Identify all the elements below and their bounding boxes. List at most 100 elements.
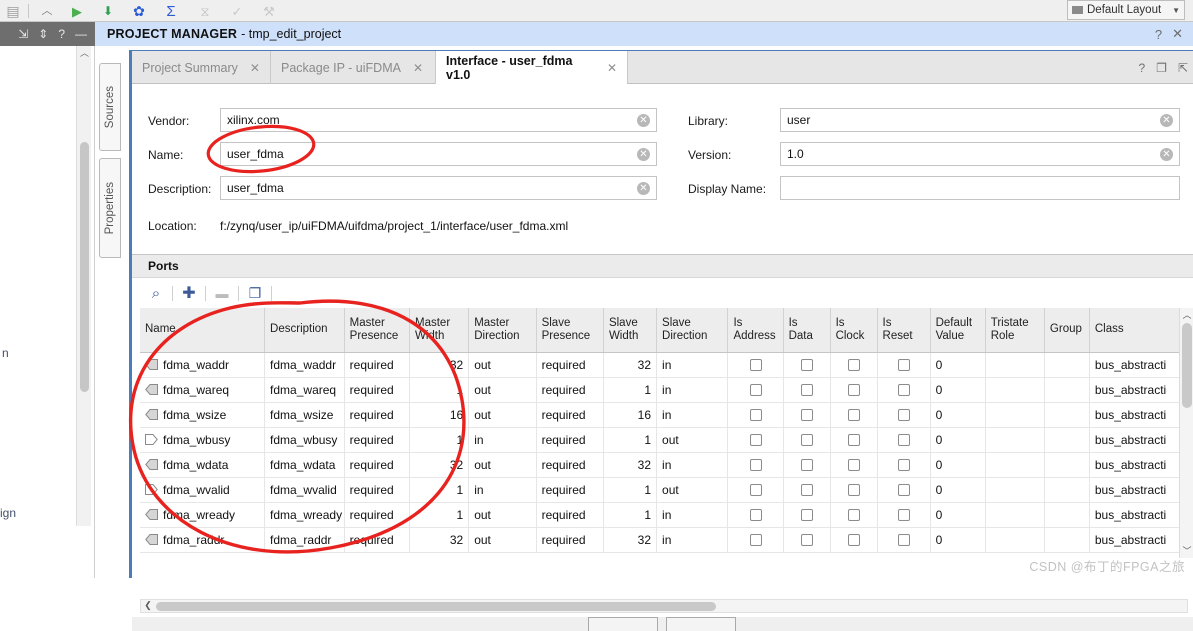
scroll-left-icon[interactable]: ❮ [141,600,155,613]
cell-is-clock[interactable] [830,377,878,403]
cell-is-reset[interactable] [877,527,931,553]
cell-master-direction[interactable]: out [468,452,537,478]
cell-class[interactable]: bus_abstracti [1089,502,1188,528]
cell-is-reset[interactable] [877,502,931,528]
cell-description[interactable]: fdma_raddr [264,527,345,553]
cell-master-width[interactable]: 16 [409,402,470,428]
cell-is-address[interactable] [727,452,784,478]
cell-port-name[interactable]: fdma_wready [140,502,266,528]
cell-is-address[interactable] [727,427,784,453]
ports-table-container[interactable]: Name Description Master Presence Master Wid… [140,308,1188,558]
cell-is-reset[interactable] [877,452,931,478]
cell-description[interactable]: fdma_wsize [264,402,345,428]
cell-class[interactable]: bus_abstracti [1089,427,1188,453]
cell-slave-direction[interactable]: in [656,452,729,478]
scroll-up-icon[interactable]: ︿ [77,46,92,61]
float-icon[interactable]: ⇱ [1178,61,1188,75]
checkbox[interactable] [749,408,762,421]
checkbox[interactable] [897,433,910,446]
column-header-class[interactable]: Class [1089,308,1188,353]
cell-is-reset[interactable] [877,477,931,503]
cell-default-value[interactable]: 0 [930,427,986,453]
cell-tristate-role[interactable] [985,402,1045,428]
cell-port-name[interactable]: fdma_wbusy [140,427,266,453]
ok-button[interactable] [588,617,658,631]
cell-slave-direction[interactable]: in [656,402,729,428]
cell-description[interactable]: fdma_wready [264,502,345,528]
column-header-master-presence[interactable]: Master Presence [344,308,411,353]
cell-is-data[interactable] [783,477,831,503]
cell-slave-width[interactable]: 32 [603,527,658,553]
checkbox[interactable] [847,383,860,396]
clear-icon[interactable]: ✕ [637,147,650,161]
close-icon[interactable]: ✕ [1172,26,1183,42]
checkbox[interactable] [800,433,813,446]
cell-class[interactable]: bus_abstracti [1089,402,1188,428]
checkbox[interactable] [749,508,762,521]
cell-is-data[interactable] [783,452,831,478]
cell-is-clock[interactable] [830,527,878,553]
cell-is-data[interactable] [783,402,831,428]
checkbox[interactable] [800,533,813,546]
search-icon[interactable]: ⌕ [142,282,170,304]
cell-is-reset[interactable] [877,427,931,453]
tab-project-summary[interactable]: Project Summary ✕ [132,51,271,84]
cell-default-value[interactable]: 0 [930,527,986,553]
checkbox[interactable] [749,533,762,546]
cell-master-width[interactable]: 1 [409,477,470,503]
cell-slave-width[interactable]: 16 [603,402,658,428]
column-header-slave-width[interactable]: Slave Width [603,308,658,353]
clear-icon[interactable]: ✕ [637,181,650,195]
clear-icon[interactable]: ✕ [1160,113,1173,127]
cell-master-direction[interactable]: in [468,477,537,503]
ports-table-horizontal-scrollbar[interactable]: ❮ [140,599,1188,613]
cell-master-presence[interactable]: required [344,402,411,428]
cell-port-name[interactable]: fdma_wvalid [140,477,266,503]
cell-is-clock[interactable] [830,352,878,378]
cell-description[interactable]: fdma_wareq [264,377,345,403]
cell-default-value[interactable]: 0 [930,477,986,503]
cell-master-presence[interactable]: required [344,502,411,528]
cell-slave-presence[interactable]: required [536,427,604,453]
cell-slave-direction[interactable]: out [656,427,729,453]
checkbox[interactable] [897,408,910,421]
checkbox[interactable] [847,508,860,521]
cell-is-address[interactable] [727,502,784,528]
cell-master-width[interactable]: 32 [409,352,470,378]
column-header-is-clock[interactable]: Is Clock [830,308,878,353]
minimize-icon[interactable]: — [75,27,87,41]
help-icon[interactable]: ? [1138,61,1145,75]
cell-master-width[interactable]: 1 [409,427,470,453]
cell-master-width[interactable]: 1 [409,377,470,403]
cell-is-clock[interactable] [830,502,878,528]
column-header-slave-direction[interactable]: Slave Direction [656,308,729,353]
cell-is-address[interactable] [727,377,784,403]
cell-tristate-role[interactable] [985,352,1045,378]
cell-master-presence[interactable]: required [344,427,411,453]
cell-description[interactable]: fdma_wbusy [264,427,345,453]
cell-master-direction[interactable]: out [468,402,537,428]
cell-default-value[interactable]: 0 [930,352,986,378]
background-vertical-scrollbar[interactable]: ︿ [76,46,91,526]
cell-port-name[interactable]: fdma_wsize [140,402,266,428]
cell-is-address[interactable] [727,527,784,553]
table-row[interactable]: fdma_wbusy fdma_wbusy required 1 in required 1… [140,427,1188,453]
cell-group[interactable] [1044,377,1090,403]
cell-default-value[interactable]: 0 [930,402,986,428]
cancel-button[interactable] [666,617,736,631]
checkbox[interactable] [800,408,813,421]
cell-slave-direction[interactable]: in [656,352,729,378]
cell-slave-presence[interactable]: required [536,502,604,528]
cell-is-data[interactable] [783,377,831,403]
cell-master-presence[interactable]: required [344,527,411,553]
chevron-up-icon[interactable]: ︿ [34,1,60,21]
cell-is-reset[interactable] [877,377,931,403]
tab-interface-user-fdma[interactable]: Interface - user_fdma v1.0 ✕ [436,51,628,84]
column-header-is-data[interactable]: Is Data [783,308,831,353]
cell-is-address[interactable] [727,352,784,378]
resize-icon[interactable]: ⇕ [38,27,48,41]
description-field[interactable]: user_fdma ✕ [220,176,657,200]
help-icon[interactable]: ? [58,27,65,41]
checkbox[interactable] [897,483,910,496]
cell-group[interactable] [1044,427,1090,453]
